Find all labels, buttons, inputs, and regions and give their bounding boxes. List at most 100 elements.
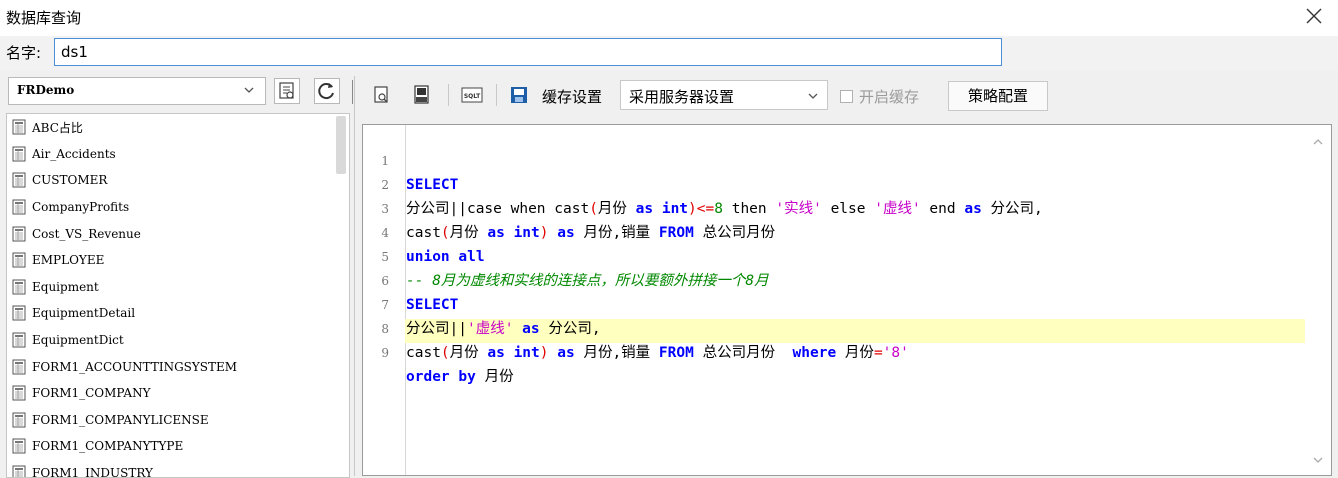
splitter-handle[interactable] (352, 80, 353, 104)
table-list-item[interactable]: FORM1_ACCOUNTTINGSYSTEM (7, 353, 349, 380)
toolbar-separator (496, 84, 497, 106)
name-input[interactable] (54, 38, 1002, 66)
sql-text: 月份,销量 (574, 345, 659, 361)
table-list-item[interactable]: EquipmentDetail (7, 300, 349, 327)
table-name: EquipmentDict (32, 333, 124, 348)
table-name: Air_Accidents (32, 146, 116, 161)
table-list-item[interactable]: EquipmentDict (7, 327, 349, 354)
cache-settings-label: 缓存设置 (542, 88, 603, 106)
sql-editor[interactable]: 1 SELECT 2 分公司||case when cast(月份 as int… (362, 124, 1332, 476)
sqlt-button[interactable]: SQLT (460, 84, 484, 106)
sql-text: cast (406, 345, 441, 361)
sql-operator: = (873, 345, 883, 361)
sql-db-icon (414, 85, 429, 104)
code-line-6: 6 SELECT (363, 245, 1313, 313)
chevron-down-icon (808, 93, 818, 99)
sql-text: 月份 (475, 369, 514, 385)
table-icon (12, 332, 26, 348)
table-icon (12, 119, 26, 135)
table-list-item[interactable]: Cost_VS_Revenue (7, 220, 349, 247)
sqlt-icon: SQLT (461, 87, 483, 103)
enable-cache-label: 开启缓存 (859, 88, 920, 106)
table-list-item[interactable]: EMPLOYEE (7, 247, 349, 274)
svg-text:SQLT: SQLT (464, 93, 481, 100)
table-list-item[interactable]: ABC占比 (7, 114, 349, 141)
table-icon (12, 226, 26, 242)
name-label: 名字: (6, 44, 42, 62)
table-icon (12, 305, 26, 321)
scroll-down-icon[interactable] (1311, 453, 1325, 467)
toolbar-separator (448, 84, 449, 106)
chevron-down-icon (244, 87, 254, 93)
window-title: 数据库查询 (6, 9, 82, 27)
save-icon (511, 87, 527, 103)
close-icon[interactable] (1304, 6, 1324, 26)
code-line-8: 8 cast(月份 as int) as 月份,销量 FROM 总公司月份 wh… (363, 293, 1313, 361)
table-list-item[interactable]: FORM1_INDUSTRY (7, 460, 349, 478)
table-name: Equipment (32, 279, 99, 294)
save-cache-button[interactable] (508, 84, 530, 106)
table-name: FORM1_COMPANYTYPE (32, 439, 184, 454)
sql-operator: ) (539, 345, 549, 361)
table-list-scrollbar[interactable] (336, 116, 346, 174)
title-bar: 数据库查询 (0, 0, 1338, 34)
line-number: 9 (381, 346, 389, 360)
table-name: FORM1_ACCOUNTTINGSYSTEM (32, 359, 238, 374)
sql-keyword: order by (406, 369, 476, 385)
datasource-select[interactable]: FRDemo (8, 77, 266, 105)
code-line-7: 7 分公司||'虚线' as 分公司, (363, 269, 1313, 337)
table-icon (12, 279, 26, 295)
table-name: Cost_VS_Revenue (32, 226, 141, 241)
table-name: FORM1_INDUSTRY (32, 466, 153, 478)
sql-text: 总公司月份 (693, 345, 793, 361)
code-line-4: 4 union all (363, 197, 1313, 265)
table-name: CompanyProfits (32, 200, 130, 215)
table-list-item[interactable]: CompanyProfits (7, 194, 349, 221)
table-icon (12, 385, 26, 401)
table-list-item[interactable]: FORM1_COMPANYTYPE (7, 433, 349, 460)
sql-text: 月份 (449, 345, 488, 361)
sql-text: 月份 (836, 345, 874, 361)
sql-keyword: where (792, 345, 837, 361)
table-icon (12, 359, 26, 375)
panel-splitter[interactable] (354, 76, 355, 476)
sql-keyword: as int (487, 345, 540, 361)
table-name: EquipmentDetail (32, 306, 136, 321)
table-icon (12, 252, 26, 268)
sql-string: '8' (882, 345, 909, 361)
preview-icon (279, 82, 294, 99)
table-list: ABC占比 Air_Accidents CUSTOMER CompanyProfits… (6, 113, 350, 478)
table-icon (12, 172, 26, 188)
table-icon (12, 199, 26, 215)
table-list-item[interactable]: FORM1_COMPANYLICENSE (7, 407, 349, 434)
strategy-config-button[interactable]: 策略配置 (948, 81, 1048, 111)
cache-setting-value: 采用服务器设置 (629, 88, 735, 106)
enable-cache-checkbox[interactable]: 开启缓存 (840, 86, 919, 107)
sql-db-button[interactable] (412, 84, 432, 106)
table-name: FORM1_COMPANYLICENSE (32, 412, 209, 427)
sql-preview-button[interactable] (372, 84, 392, 106)
sql-preview-icon (374, 86, 388, 103)
table-list-item[interactable]: Equipment (7, 274, 349, 301)
refresh-button[interactable] (314, 78, 340, 104)
table-icon (12, 412, 26, 428)
code-line-3: 3 cast(月份 as int) as 月份,销量 FROM 总公司月份 (363, 173, 1313, 241)
refresh-icon (318, 83, 334, 100)
table-list-item[interactable]: CUSTOMER (7, 167, 349, 194)
table-icon (12, 146, 26, 162)
sql-keyword: as (557, 345, 575, 361)
table-name: FORM1_COMPANY (32, 386, 151, 401)
datasource-value: FRDemo (17, 83, 75, 97)
table-list-item[interactable]: FORM1_COMPANY (7, 380, 349, 407)
table-name: EMPLOYEE (32, 253, 105, 268)
code-line-5: 5 -- 8月为虚线和实线的连接点，所以要额外拼接一个8月 (363, 221, 1313, 289)
cache-setting-select[interactable]: 采用服务器设置 (620, 80, 828, 110)
code-line-9: 9 order by 月份 (363, 317, 1313, 385)
preview-table-button[interactable] (274, 78, 300, 104)
table-name: CUSTOMER (32, 173, 108, 188)
scroll-up-icon[interactable] (1311, 135, 1325, 149)
code-line-2: 2 分公司||case when cast(月份 as int)<=8 then… (363, 149, 1313, 217)
checkbox-box[interactable] (840, 90, 853, 103)
table-list-item[interactable]: Air_Accidents (7, 141, 349, 168)
